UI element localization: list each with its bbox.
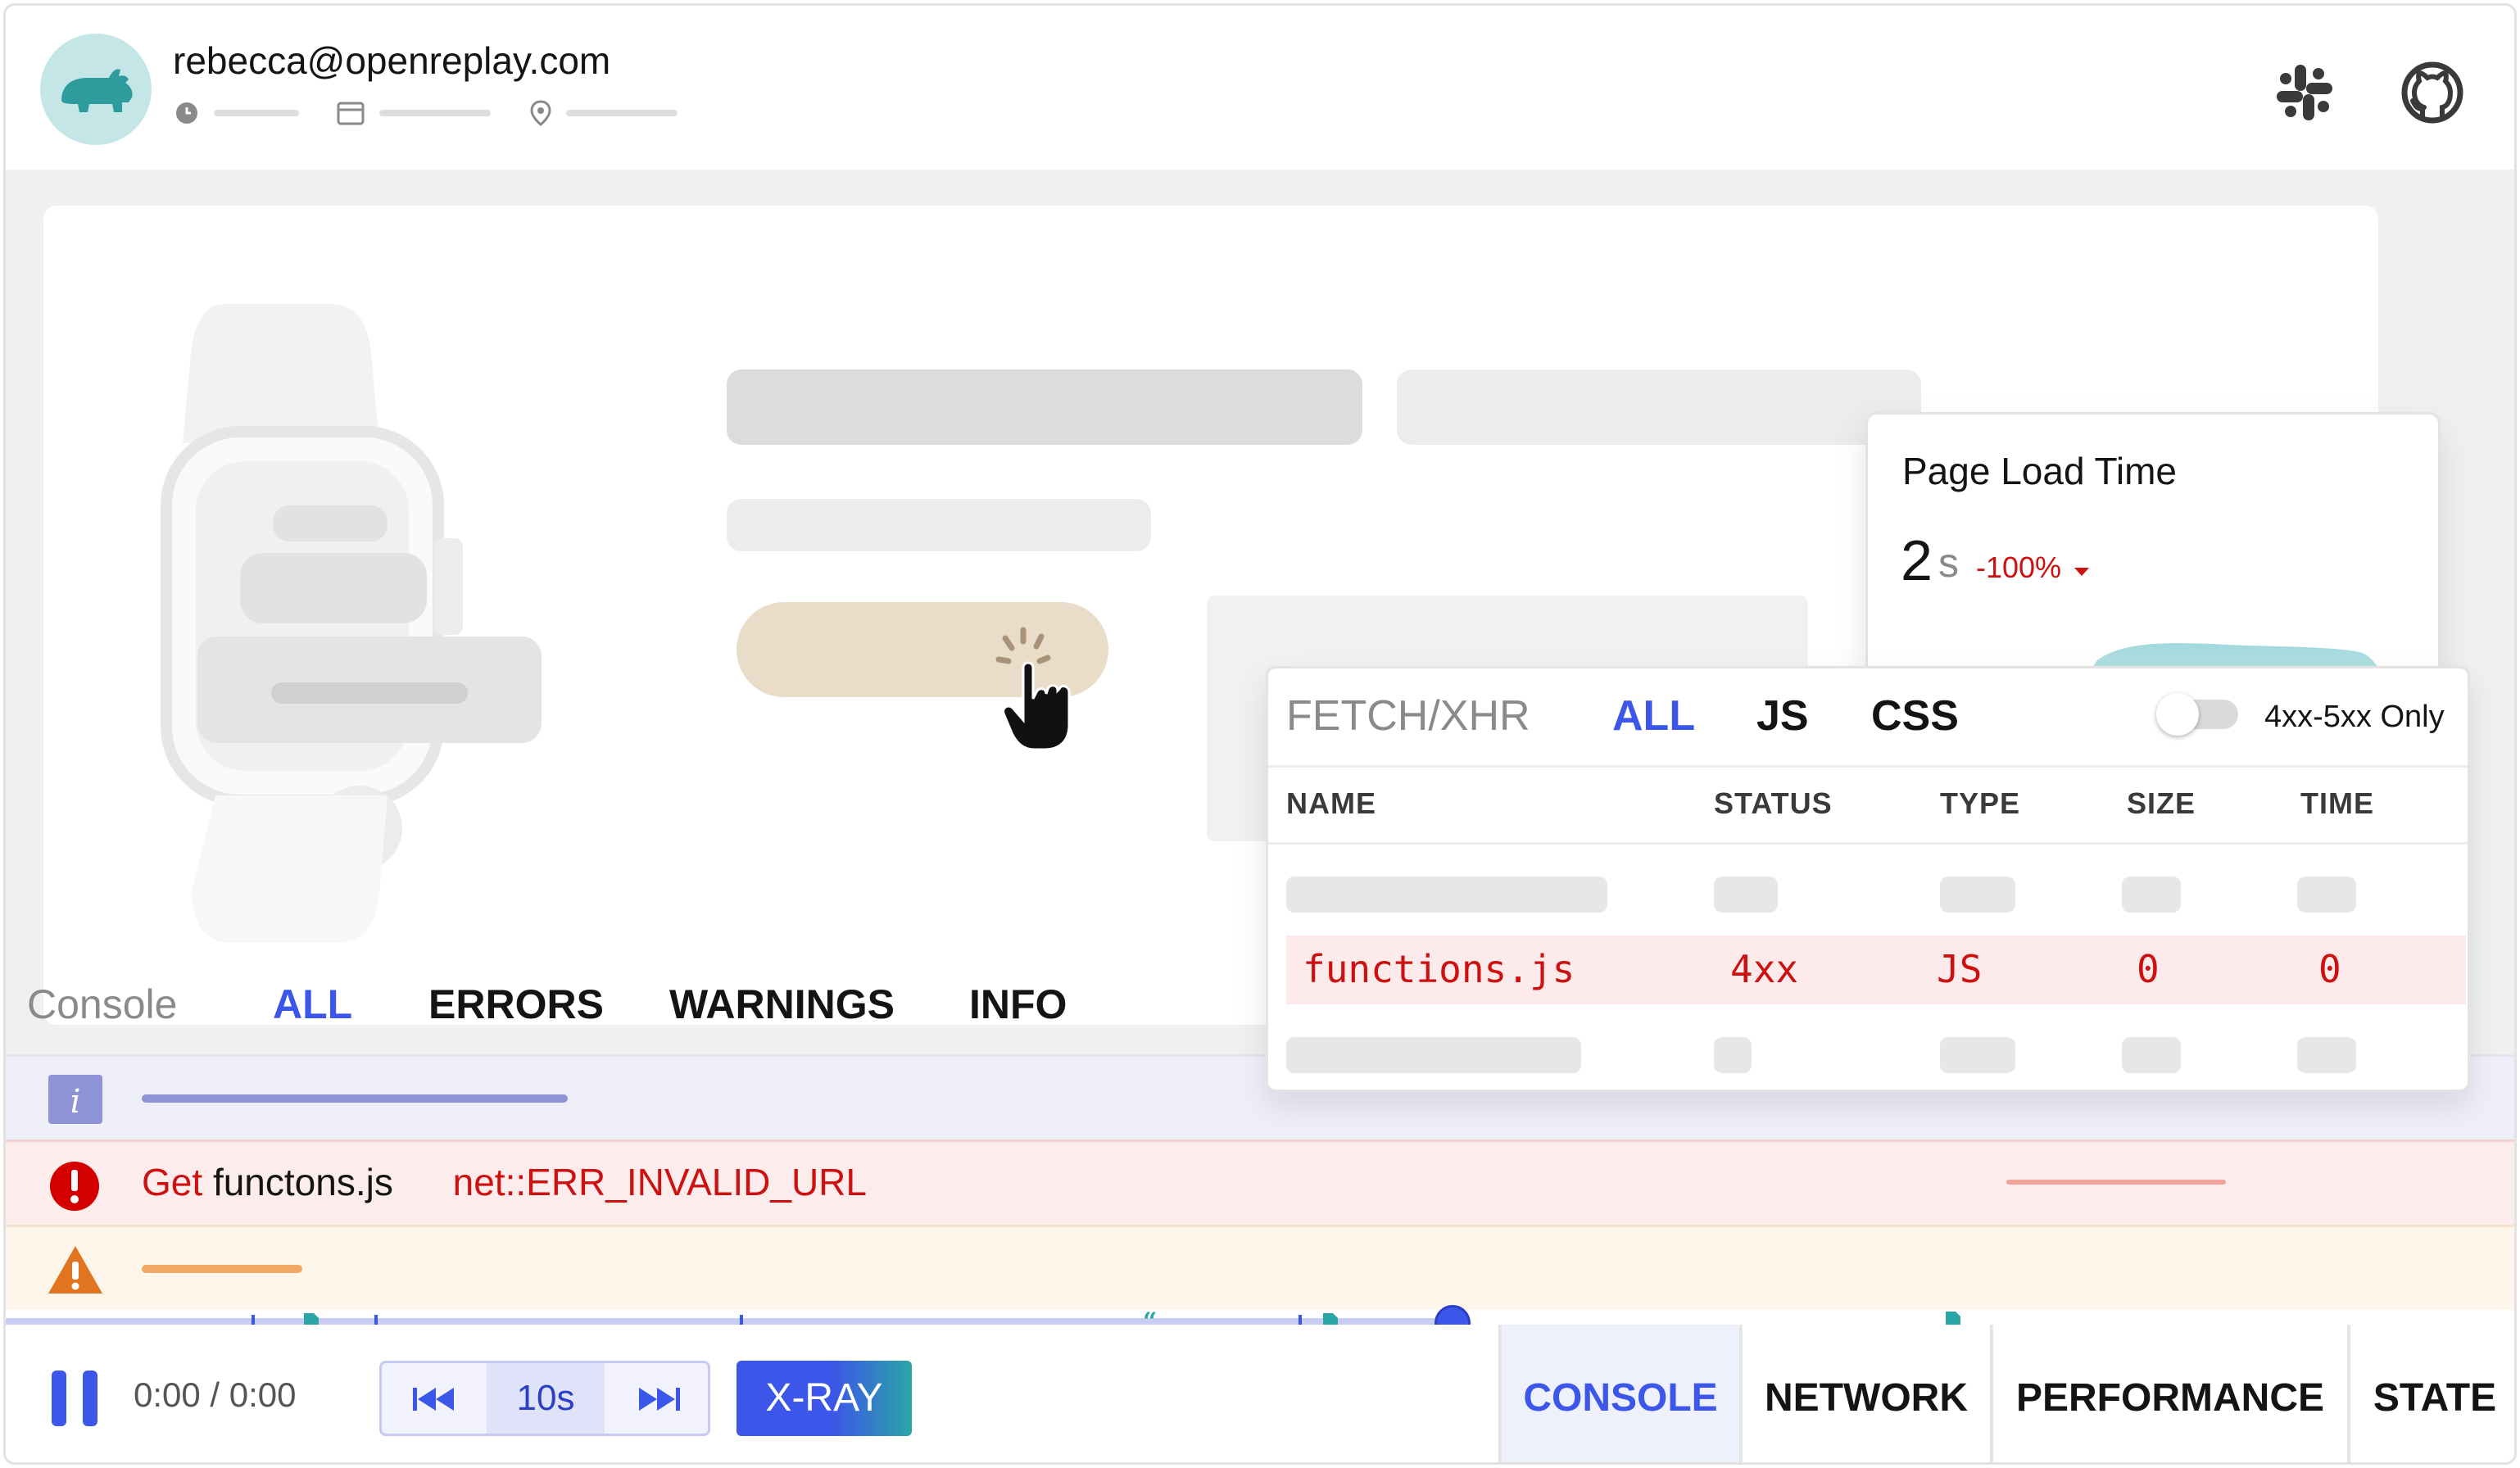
column-time[interactable]: TIME (2300, 786, 2374, 821)
avatar (40, 34, 152, 145)
load-time-delta: -100% (1976, 550, 2091, 585)
load-time-unit: s (1938, 540, 1959, 586)
tab-state[interactable]: STATE (2347, 1325, 2514, 1462)
console-tab-all[interactable]: ALL (273, 981, 352, 1028)
column-type[interactable]: TYPE (1940, 786, 2020, 821)
toggle-knob (2156, 693, 2199, 736)
hand-cursor-icon (1002, 661, 1071, 751)
info-message-placeholder (142, 1094, 568, 1103)
session-location (530, 100, 678, 126)
clock-icon (176, 102, 197, 124)
skip-forward-icon[interactable] (636, 1384, 682, 1414)
request-name: functions.js (1303, 947, 1575, 991)
calendar-icon (337, 102, 365, 125)
warning-icon (48, 1246, 102, 1294)
skeleton-heading-secondary (1397, 369, 1921, 445)
caret-down-icon (2074, 568, 2090, 576)
pause-icon[interactable] (50, 1371, 99, 1426)
column-status[interactable]: STATUS (1714, 786, 1833, 821)
slack-icon[interactable] (2272, 60, 2337, 125)
warning-message-placeholder (142, 1265, 302, 1273)
console-title: Console (27, 981, 178, 1027)
skeleton-subtitle (727, 499, 1151, 551)
request-size: 0 (2137, 947, 2160, 991)
console-row-error[interactable]: Get functons.js net::ERR_INVALID_URL (6, 1140, 2514, 1225)
error-source-placeholder (2006, 1180, 2226, 1185)
skip-interval[interactable]: 10s (487, 1363, 605, 1434)
smartwatch-image (161, 304, 542, 943)
skeleton-heading (727, 369, 1362, 445)
column-name[interactable]: NAME (1286, 786, 1376, 821)
request-time: 0 (2318, 947, 2341, 991)
toggle-label: 4xx-5xx Only (2264, 700, 2445, 734)
session-player-window: rebecca@openreplay.com Page Load Time 2 … (3, 3, 2517, 1465)
session-header: rebecca@openreplay.com (6, 6, 2514, 170)
errors-only-toggle[interactable] (2156, 693, 2238, 736)
console-row-warning[interactable] (6, 1225, 2514, 1310)
xray-button[interactable]: X-RAY (737, 1361, 912, 1436)
rhino-icon (61, 69, 133, 112)
error-prefix: Get (142, 1161, 203, 1203)
tab-js[interactable]: JS (1756, 691, 1809, 741)
session-duration (174, 101, 299, 125)
tab-css[interactable]: CSS (1871, 691, 1959, 741)
github-icon[interactable] (2400, 60, 2465, 125)
tab-all[interactable]: ALL (1612, 691, 1695, 741)
console-tab-info[interactable]: INFO (969, 981, 1067, 1028)
network-panel: FETCH/XHR ALL JS CSS 4xx-5xx Only NAME S… (1266, 666, 2470, 1092)
request-status: 4xx (1730, 947, 1799, 991)
playback-time: 0:00 / 0:00 (134, 1375, 297, 1414)
skip-control: 10s (379, 1361, 710, 1436)
tab-network[interactable]: NETWORK (1739, 1325, 1990, 1462)
tab-fetch-xhr[interactable]: FETCH/XHR (1286, 691, 1530, 741)
skip-back-icon[interactable] (411, 1384, 457, 1414)
tab-console[interactable]: CONSOLE (1498, 1325, 1739, 1462)
card-title: Page Load Time (1902, 450, 2178, 492)
error-message: Get functons.js net::ERR_INVALID_URL (142, 1160, 867, 1204)
location-pin-icon (530, 100, 551, 126)
load-time-value: 2 (1901, 528, 1933, 592)
info-icon: i (48, 1075, 102, 1124)
error-file: functons.js (212, 1161, 393, 1203)
console-tabs: Console ALL ERRORS WARNINGS INFO (6, 972, 1259, 1054)
player-controls: 0:00 / 0:00 10s X-RAY CONSOLE NETWORK PE… (6, 1325, 2514, 1462)
svg-text:i: i (70, 1083, 81, 1121)
delta-value: -100% (1976, 550, 2062, 584)
tab-performance[interactable]: PERFORMANCE (1990, 1325, 2347, 1462)
error-icon (50, 1162, 99, 1211)
session-date (337, 101, 491, 125)
column-size[interactable]: SIZE (2127, 786, 2196, 821)
error-detail: net::ERR_INVALID_URL (452, 1161, 867, 1203)
user-email: rebecca@openreplay.com (173, 39, 611, 82)
console-tab-warnings[interactable]: WARNINGS (669, 981, 895, 1028)
request-type: JS (1937, 947, 1983, 991)
console-tab-errors[interactable]: ERRORS (428, 981, 604, 1028)
